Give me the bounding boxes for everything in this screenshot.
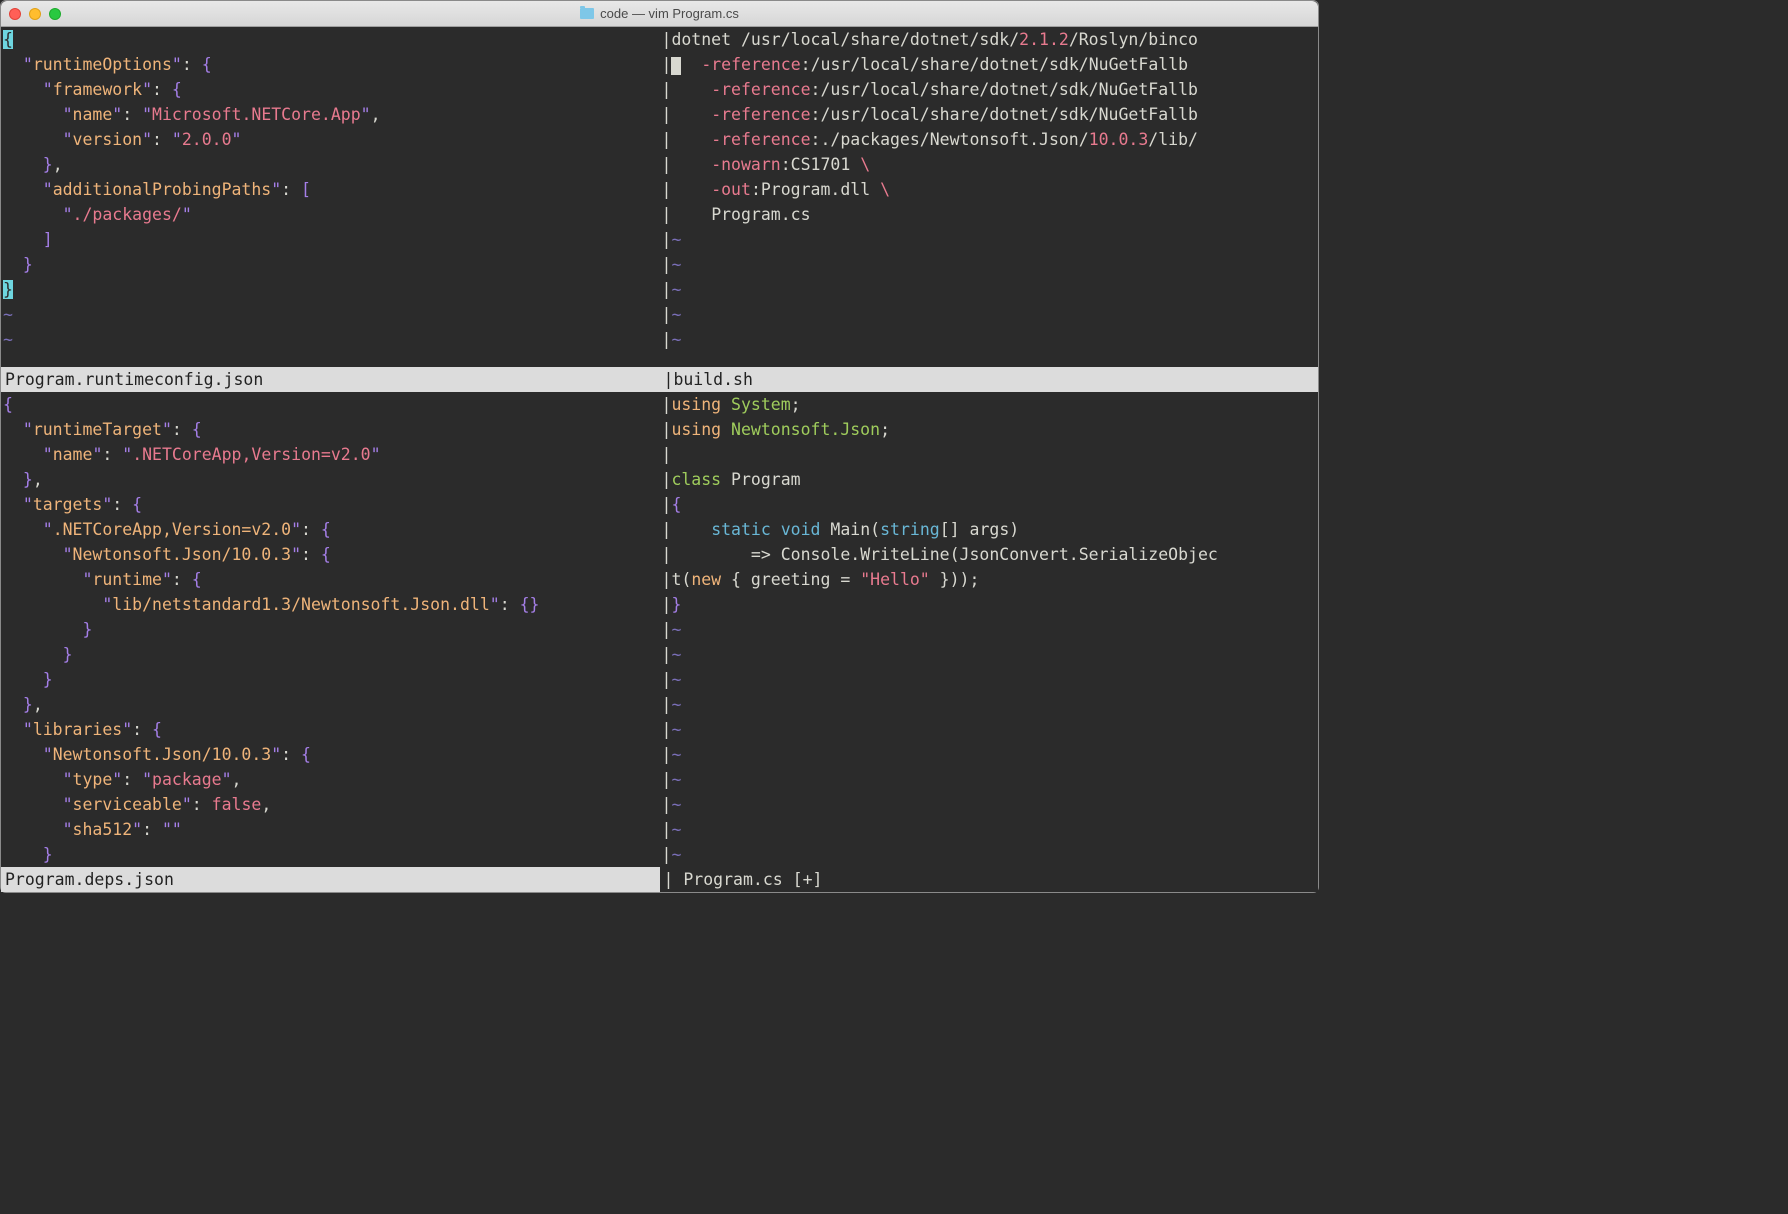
close-icon[interactable]: [9, 8, 21, 20]
status-deps-json: Program.deps.json: [1, 867, 660, 892]
path: /usr/local/share/dotnet/sdk/: [741, 30, 1019, 49]
arg: :/usr/local/share/dotnet/sdk/NuGetFallb: [801, 55, 1188, 74]
pane-build-sh[interactable]: |dotnet /usr/local/share/dotnet/sdk/2.1.…: [660, 27, 1319, 367]
folder-icon: [580, 8, 594, 19]
json-value: false: [212, 795, 262, 814]
path: /Roslyn/binco: [1069, 30, 1198, 49]
json-key: sha512: [73, 820, 133, 839]
json-key: runtime: [92, 570, 162, 589]
flag: -reference: [711, 130, 810, 149]
flag: -reference: [711, 105, 810, 124]
window-title: code — vim Program.cs: [61, 1, 1258, 26]
code: { greeting =: [721, 570, 860, 589]
minimize-icon[interactable]: [29, 8, 41, 20]
json-key: lib/netstandard1.3/Newtonsoft.Json.dll: [112, 595, 490, 614]
keyword: class: [671, 470, 721, 489]
arg: Program.cs: [711, 205, 810, 224]
window-controls: [9, 8, 61, 20]
arg: :./packages/Newtonsoft.Json/: [811, 130, 1089, 149]
flag: -nowarn: [711, 155, 781, 174]
json-value: Microsoft.NETCore.App: [152, 105, 361, 124]
identifier: Main: [830, 520, 870, 539]
keyword: new: [691, 570, 721, 589]
pane-deps-json[interactable]: { "runtimeTarget": { "name": ".NETCoreAp…: [1, 392, 660, 867]
cursor-icon: [671, 57, 681, 75]
code: }));: [930, 570, 980, 589]
status-build-sh: |build.sh: [660, 367, 1319, 392]
shell-cmd: dotnet: [671, 30, 731, 49]
identifier: args: [970, 520, 1010, 539]
json-key: type: [73, 770, 113, 789]
type: string: [880, 520, 940, 539]
arg: :CS1701: [781, 155, 860, 174]
json-key: framework: [53, 80, 142, 99]
json-key: name: [53, 445, 93, 464]
json-key: serviceable: [73, 795, 182, 814]
vim-editor[interactable]: { "runtimeOptions": { "framework": { "na…: [1, 27, 1318, 892]
json-key: Newtonsoft.Json/10.0.3: [53, 745, 272, 764]
json-value: ./packages/: [73, 205, 182, 224]
pane-program-cs[interactable]: |using System; |using Newtonsoft.Json; |…: [660, 392, 1319, 867]
identifier: Program: [731, 470, 801, 489]
arg: :Program.dll: [751, 180, 880, 199]
json-key: libraries: [33, 720, 122, 739]
json-key: additionalProbingPaths: [53, 180, 272, 199]
json-key: runtimeTarget: [33, 420, 162, 439]
json-key: .NETCoreApp,Version=v2.0: [53, 520, 291, 539]
keyword: void: [781, 520, 821, 539]
json-key: targets: [33, 495, 103, 514]
titlebar: code — vim Program.cs: [1, 1, 1318, 27]
status-runtimeconfig: Program.runtimeconfig.json: [1, 367, 660, 392]
identifier: Newtonsoft.Json: [731, 420, 880, 439]
code: => Console.WriteLine(JsonConvert.Seriali…: [751, 545, 1218, 564]
code: t(: [671, 570, 691, 589]
flag: -out: [711, 180, 751, 199]
json-key: version: [73, 130, 143, 149]
json-value: 2.0.0: [182, 130, 232, 149]
version: 2.1.2: [1019, 30, 1069, 49]
version: 10.0.3: [1089, 130, 1149, 149]
arg: :/usr/local/share/dotnet/sdk/NuGetFallb: [811, 80, 1198, 99]
keyword: using: [671, 395, 721, 414]
arg: :/usr/local/share/dotnet/sdk/NuGetFallb: [811, 105, 1198, 124]
json-key: name: [73, 105, 113, 124]
string-literal: "Hello": [860, 570, 930, 589]
arg: /lib/: [1148, 130, 1198, 149]
status-program-cs: | Program.cs [+]: [660, 867, 1319, 892]
window-title-text: code — vim Program.cs: [600, 1, 739, 26]
flag: -reference: [711, 80, 810, 99]
json-key: Newtonsoft.Json/10.0.3: [73, 545, 292, 564]
json-key: runtimeOptions: [33, 55, 172, 74]
keyword: static: [711, 520, 771, 539]
flag: -reference: [701, 55, 800, 74]
json-value: .NETCoreApp,Version=v2.0: [132, 445, 370, 464]
zoom-icon[interactable]: [49, 8, 61, 20]
identifier: System: [731, 395, 791, 414]
keyword: using: [671, 420, 721, 439]
json-value: package: [152, 770, 222, 789]
pane-runtimeconfig[interactable]: { "runtimeOptions": { "framework": { "na…: [1, 27, 660, 367]
